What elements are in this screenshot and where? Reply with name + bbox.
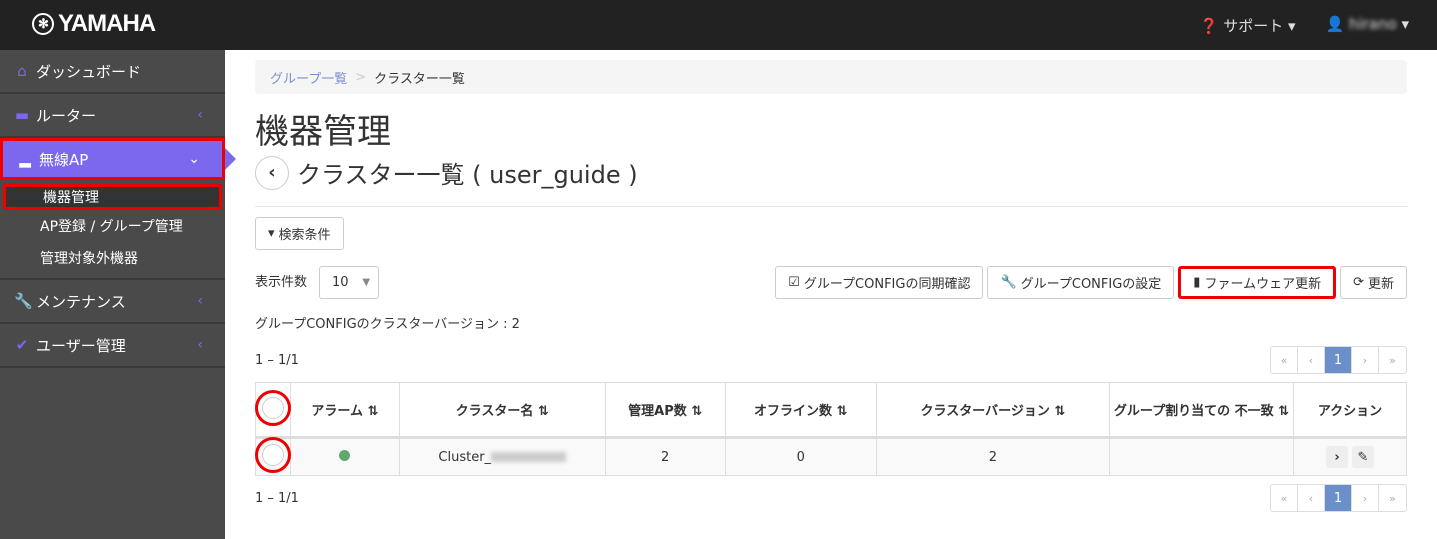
chevron-down-icon: ⌄ (188, 151, 200, 167)
per-page-select[interactable]: 10 ▼ (319, 266, 380, 299)
yamaha-logo[interactable]: ✻ YAMAHA (32, 10, 156, 38)
chevron-left-icon: ‹ (197, 337, 203, 353)
alarm-status-dot (339, 449, 351, 461)
config-version-text: グループCONFIGのクラスターバージョン : 2 (255, 317, 520, 332)
col-ap-count[interactable]: 管理AP数 ⇅ (604, 382, 726, 439)
pencil-icon[interactable]: ✎ (1352, 446, 1374, 468)
sidebar-item-user-management[interactable]: ✔ ユーザー管理 ‹ (0, 324, 225, 368)
select-all-checkbox[interactable] (255, 389, 291, 426)
config-settings-button[interactable]: 🔧 グループCONFIGの設定 (987, 266, 1175, 299)
access-point-icon: ▂ (19, 150, 31, 168)
result-range: 1 – 1/1 (255, 352, 299, 368)
page-prev[interactable]: ‹ (1298, 485, 1325, 511)
tuning-fork-icon: ✻ (32, 13, 54, 35)
page-prev[interactable]: ‹ (1298, 347, 1325, 373)
back-button[interactable]: ‹ (255, 155, 289, 190)
cluster-table: アラーム ⇅ クラスター名 ⇅ 管理AP数 ⇅ オフライン数 ⇅ クラスターバー… (255, 382, 1407, 476)
col-offline[interactable]: オフライン数 ⇅ (724, 382, 877, 439)
sidebar: ⌂ ダッシュボード ▬ ルーター ‹ ▂ 無線AP ⌄ 機器管理 AP登録 / グループ管… (0, 50, 225, 539)
page-first[interactable]: « (1271, 347, 1298, 373)
sidebar-sub-unmanaged-devices[interactable]: 管理対象外機器 (0, 242, 225, 274)
wrench-icon: 🔧 (1000, 275, 1017, 290)
search-conditions-button[interactable]: ▾ 検索条件 (255, 217, 344, 250)
result-range-bottom: 1 – 1/1 (255, 490, 299, 506)
home-icon: ⌂ (17, 62, 27, 80)
page-subtitle: クラスター一覧 ( user_guide ) (297, 161, 638, 189)
wrench-icon: 🔧 (14, 292, 33, 310)
page-next[interactable]: › (1352, 347, 1379, 373)
chevron-left-icon: ‹ (197, 107, 203, 123)
page-title: 機器管理 (255, 112, 391, 152)
chevron-right-icon[interactable]: › (1326, 446, 1348, 468)
page-1[interactable]: 1 (1325, 347, 1352, 373)
router-icon: ▬ (14, 106, 30, 124)
sidebar-item-wireless-ap[interactable]: ▂ 無線AP ⌄ (0, 138, 225, 180)
check-icon: ✔ (15, 336, 29, 354)
row-checkbox[interactable] (255, 437, 291, 473)
col-action: アクション (1293, 382, 1407, 439)
col-alarm[interactable]: アラーム ⇅ (290, 382, 400, 439)
sidebar-item-maintenance[interactable]: 🔧 メンテナンス ‹ (0, 280, 225, 324)
breadcrumb: グループ一覧 > クラスター一覧 (255, 60, 1407, 94)
active-indicator (225, 148, 236, 170)
top-bar: ✻ YAMAHA ❓ サポート ▾ 👤 hirano ▾ (0, 0, 1437, 50)
pagination-bottom: «‹ 1 ›» (1270, 484, 1407, 512)
support-menu[interactable]: ❓ サポート ▾ (1200, 15, 1296, 36)
sidebar-sub-ap-registration[interactable]: AP登録 / グループ管理 (0, 210, 225, 242)
config-sync-check-button[interactable]: ☑ グループCONFIGの同期確認 (775, 266, 984, 299)
user-menu[interactable]: 👤 hirano ▾ (1326, 15, 1409, 36)
sidebar-sub-device-management[interactable]: 機器管理 (3, 184, 222, 210)
refresh-button[interactable]: ⟳ 更新 (1340, 266, 1407, 299)
page-first[interactable]: « (1271, 485, 1298, 511)
col-mismatch[interactable]: グループ割り当ての 不一致 ⇅ (1109, 382, 1294, 439)
page-last[interactable]: » (1379, 485, 1406, 511)
chevron-down-icon: ▾ (268, 226, 275, 241)
page-next[interactable]: › (1352, 485, 1379, 511)
page-last[interactable]: » (1379, 347, 1406, 373)
check-square-icon: ☑ (788, 275, 800, 290)
chevron-left-icon: ‹ (197, 293, 203, 309)
refresh-icon: ⟳ (1353, 275, 1364, 290)
col-version[interactable]: クラスターバージョン ⇅ (875, 382, 1111, 439)
breadcrumb-group-list[interactable]: グループ一覧 (270, 68, 347, 87)
sidebar-item-dashboard[interactable]: ⌂ ダッシュボード (0, 50, 225, 94)
page-1[interactable]: 1 (1325, 485, 1352, 511)
file-icon: ▮ (1193, 275, 1201, 290)
table-row: Cluster_ 2 0 2 › ✎ (255, 437, 1407, 476)
sidebar-item-router[interactable]: ▬ ルーター ‹ (0, 94, 225, 138)
pagination-top: «‹ 1 ›» (1270, 346, 1407, 374)
firmware-update-button[interactable]: ▮ ファームウェア更新 (1178, 266, 1337, 299)
col-cluster-name[interactable]: クラスター名 ⇅ (398, 382, 606, 439)
